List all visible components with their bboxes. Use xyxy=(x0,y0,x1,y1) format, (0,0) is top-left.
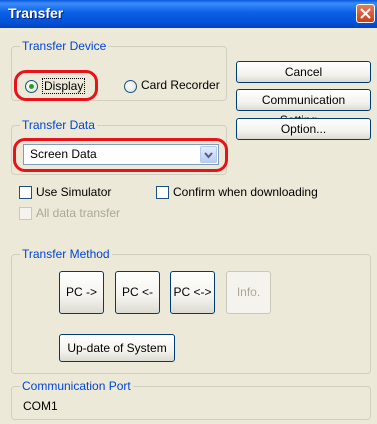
update-system-button[interactable]: Up-date of System xyxy=(59,334,175,362)
transfer-data-legend: Transfer Data xyxy=(20,118,97,132)
confirm-downloading-label[interactable]: Confirm when downloading xyxy=(173,185,318,199)
option-button[interactable]: Option... xyxy=(236,118,371,140)
use-simulator-checkbox[interactable] xyxy=(19,186,32,199)
communication-port-legend: Communication Port xyxy=(20,379,133,393)
compare-button[interactable]: PC <-> xyxy=(170,271,215,314)
highlight-display xyxy=(14,70,98,101)
radio-card-recorder[interactable] xyxy=(124,80,137,93)
use-simulator-label[interactable]: Use Simulator xyxy=(36,185,111,199)
communication-port-value: COM1 xyxy=(23,399,58,413)
confirm-downloading-checkbox[interactable] xyxy=(156,186,169,199)
close-button[interactable] xyxy=(356,4,375,23)
radio-card-recorder-label[interactable]: Card Recorder xyxy=(141,78,220,92)
highlight-transfer-data xyxy=(13,138,228,172)
all-data-transfer-label: All data transfer xyxy=(36,206,121,220)
communication-port-group: Communication Port COM1 xyxy=(11,379,371,420)
pc-to-display-button[interactable]: PC -> xyxy=(59,271,104,314)
transfer-method-legend: Transfer Method xyxy=(20,247,112,261)
close-icon xyxy=(360,8,371,19)
communication-setting-button[interactable]: Communication Setting... xyxy=(236,89,371,127)
window-title: Transfer xyxy=(8,5,64,21)
display-to-pc-button[interactable]: PC <- xyxy=(115,271,160,314)
transfer-dialog: Transfer Transfer Device Display Card Re… xyxy=(0,0,377,424)
all-data-transfer-checkbox[interactable] xyxy=(19,207,32,220)
title-bar[interactable]: Transfer xyxy=(0,0,377,28)
cancel-button[interactable]: Cancel xyxy=(236,61,371,83)
transfer-device-legend: Transfer Device xyxy=(20,39,109,53)
info-button[interactable]: Info. xyxy=(226,271,271,314)
